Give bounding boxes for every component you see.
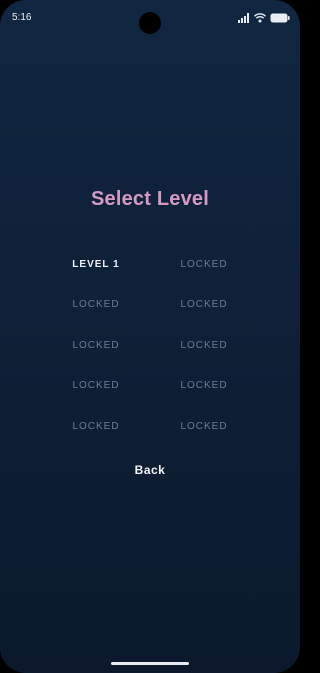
signal-icon — [238, 13, 250, 23]
status-time: 5:16 — [12, 12, 32, 23]
camera-cutout — [139, 12, 161, 34]
level-1-button[interactable]: LEVEL 1 — [46, 244, 146, 285]
locked-level-button[interactable]: LOCKED — [154, 285, 254, 326]
status-bar: 5:16 — [0, 0, 300, 40]
back-button[interactable]: Back — [110, 460, 190, 480]
phone-screen: 5:16 Select Level LEVEL 1 LOCKED LOCKED … — [0, 0, 300, 673]
page-title: Select Level — [90, 188, 210, 210]
home-indicator[interactable] — [111, 662, 189, 665]
locked-level-button[interactable]: LOCKED — [154, 406, 254, 447]
locked-level-button[interactable]: LOCKED — [46, 366, 146, 407]
battery-icon — [270, 13, 290, 23]
status-icons — [238, 12, 290, 24]
locked-level-button[interactable]: LOCKED — [46, 325, 146, 366]
wifi-icon — [254, 13, 266, 23]
level-grid: LEVEL 1 LOCKED LOCKED LOCKED LOCKED LOCK… — [46, 244, 254, 447]
locked-level-button[interactable]: LOCKED — [46, 285, 146, 326]
locked-level-button[interactable]: LOCKED — [46, 406, 146, 447]
locked-level-button[interactable]: LOCKED — [154, 325, 254, 366]
locked-level-button[interactable]: LOCKED — [154, 244, 254, 285]
locked-level-button[interactable]: LOCKED — [154, 366, 254, 407]
